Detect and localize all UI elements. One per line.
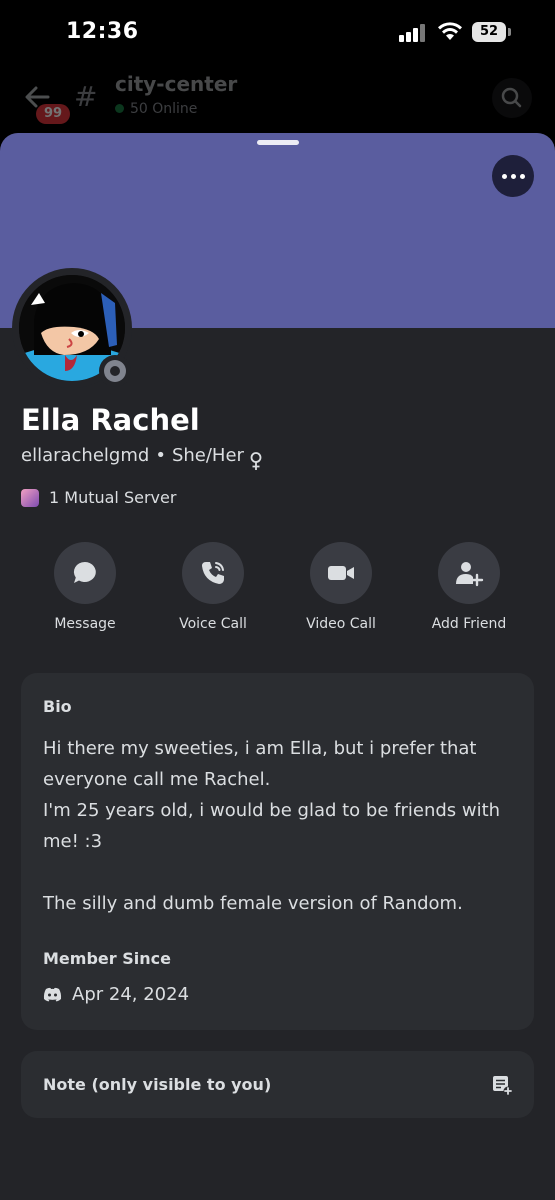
channel-header: # city-center 50 Online	[0, 60, 555, 135]
server-icon	[21, 488, 39, 507]
message-label: Message	[54, 616, 116, 632]
mutual-servers[interactable]: 1 Mutual Server	[21, 488, 176, 507]
video-call-button[interactable]: Video Call	[281, 542, 401, 632]
battery-tip	[508, 28, 511, 36]
video-call-label: Video Call	[306, 616, 376, 632]
search-button[interactable]	[492, 78, 532, 118]
message-button[interactable]: Message	[25, 542, 145, 632]
voice-call-label: Voice Call	[179, 616, 247, 632]
channel-name[interactable]: city-center	[115, 72, 237, 96]
more-options-button[interactable]	[492, 155, 534, 197]
discord-logo-icon	[43, 987, 62, 1002]
add-friend-icon	[456, 562, 484, 587]
phone-icon	[202, 562, 224, 584]
status-dot-hole	[110, 366, 120, 376]
member-since-row: Apr 24, 2024	[43, 984, 189, 1005]
bio-text: Hi there my sweeties, i am Ella, but i p…	[43, 733, 513, 919]
bio-line: I'm 25 years old, i would be glad to be …	[43, 800, 501, 852]
add-friend-circle	[438, 542, 500, 604]
display-name: Ella Rachel	[21, 403, 200, 437]
separator-dot: •	[155, 445, 166, 466]
message-circle	[54, 542, 116, 604]
add-friend-label: Add Friend	[431, 616, 507, 632]
dot-icon	[510, 173, 516, 179]
pronouns: She/Her	[171, 445, 244, 466]
cellular-signal-icon	[399, 24, 427, 42]
dot-icon	[519, 173, 525, 179]
video-call-circle	[310, 542, 372, 604]
add-friend-button[interactable]: Add Friend	[409, 542, 529, 632]
dot-icon	[501, 173, 507, 179]
username-line: ellarachelgmd • She/Her	[21, 445, 244, 466]
member-since-heading: Member Since	[43, 949, 171, 968]
wifi-icon	[438, 22, 462, 40]
online-count: 50 Online	[115, 101, 197, 117]
online-dot-icon	[115, 104, 124, 113]
member-since-date: Apr 24, 2024	[72, 984, 190, 1005]
note-label: Note (only visible to you)	[43, 1075, 272, 1094]
username[interactable]: ellarachelgmd	[21, 445, 149, 466]
female-symbol-icon	[250, 452, 262, 470]
status-bar: 12:36 52	[0, 0, 555, 60]
bio-line: Hi there my sweeties, i am Ella, but i p…	[43, 738, 477, 790]
action-row: Message Voice Call Video Call Add Friend	[0, 542, 555, 642]
add-note-icon	[493, 1076, 513, 1096]
battery-icon: 52	[472, 22, 506, 42]
clock: 12:36	[66, 19, 139, 44]
mutual-servers-label: 1 Mutual Server	[49, 488, 177, 507]
hashtag-icon: #	[74, 80, 98, 113]
search-icon	[501, 87, 522, 108]
bio-line: The silly and dumb female version of Ran…	[43, 893, 463, 914]
note-field[interactable]: Note (only visible to you)	[21, 1051, 534, 1118]
bio-card: Bio Hi there my sweeties, i am Ella, but…	[21, 673, 534, 1030]
voice-call-circle	[182, 542, 244, 604]
chat-bubble-icon	[73, 561, 96, 583]
online-count-label: 50 Online	[130, 101, 198, 117]
bio-heading: Bio	[43, 697, 72, 716]
voice-call-button[interactable]: Voice Call	[153, 542, 273, 632]
profile-sheet: Ella Rachel ellarachelgmd • She/Her 1 Mutu…	[0, 133, 555, 1200]
sheet-grabber[interactable]	[257, 140, 299, 145]
video-camera-icon	[328, 566, 354, 580]
